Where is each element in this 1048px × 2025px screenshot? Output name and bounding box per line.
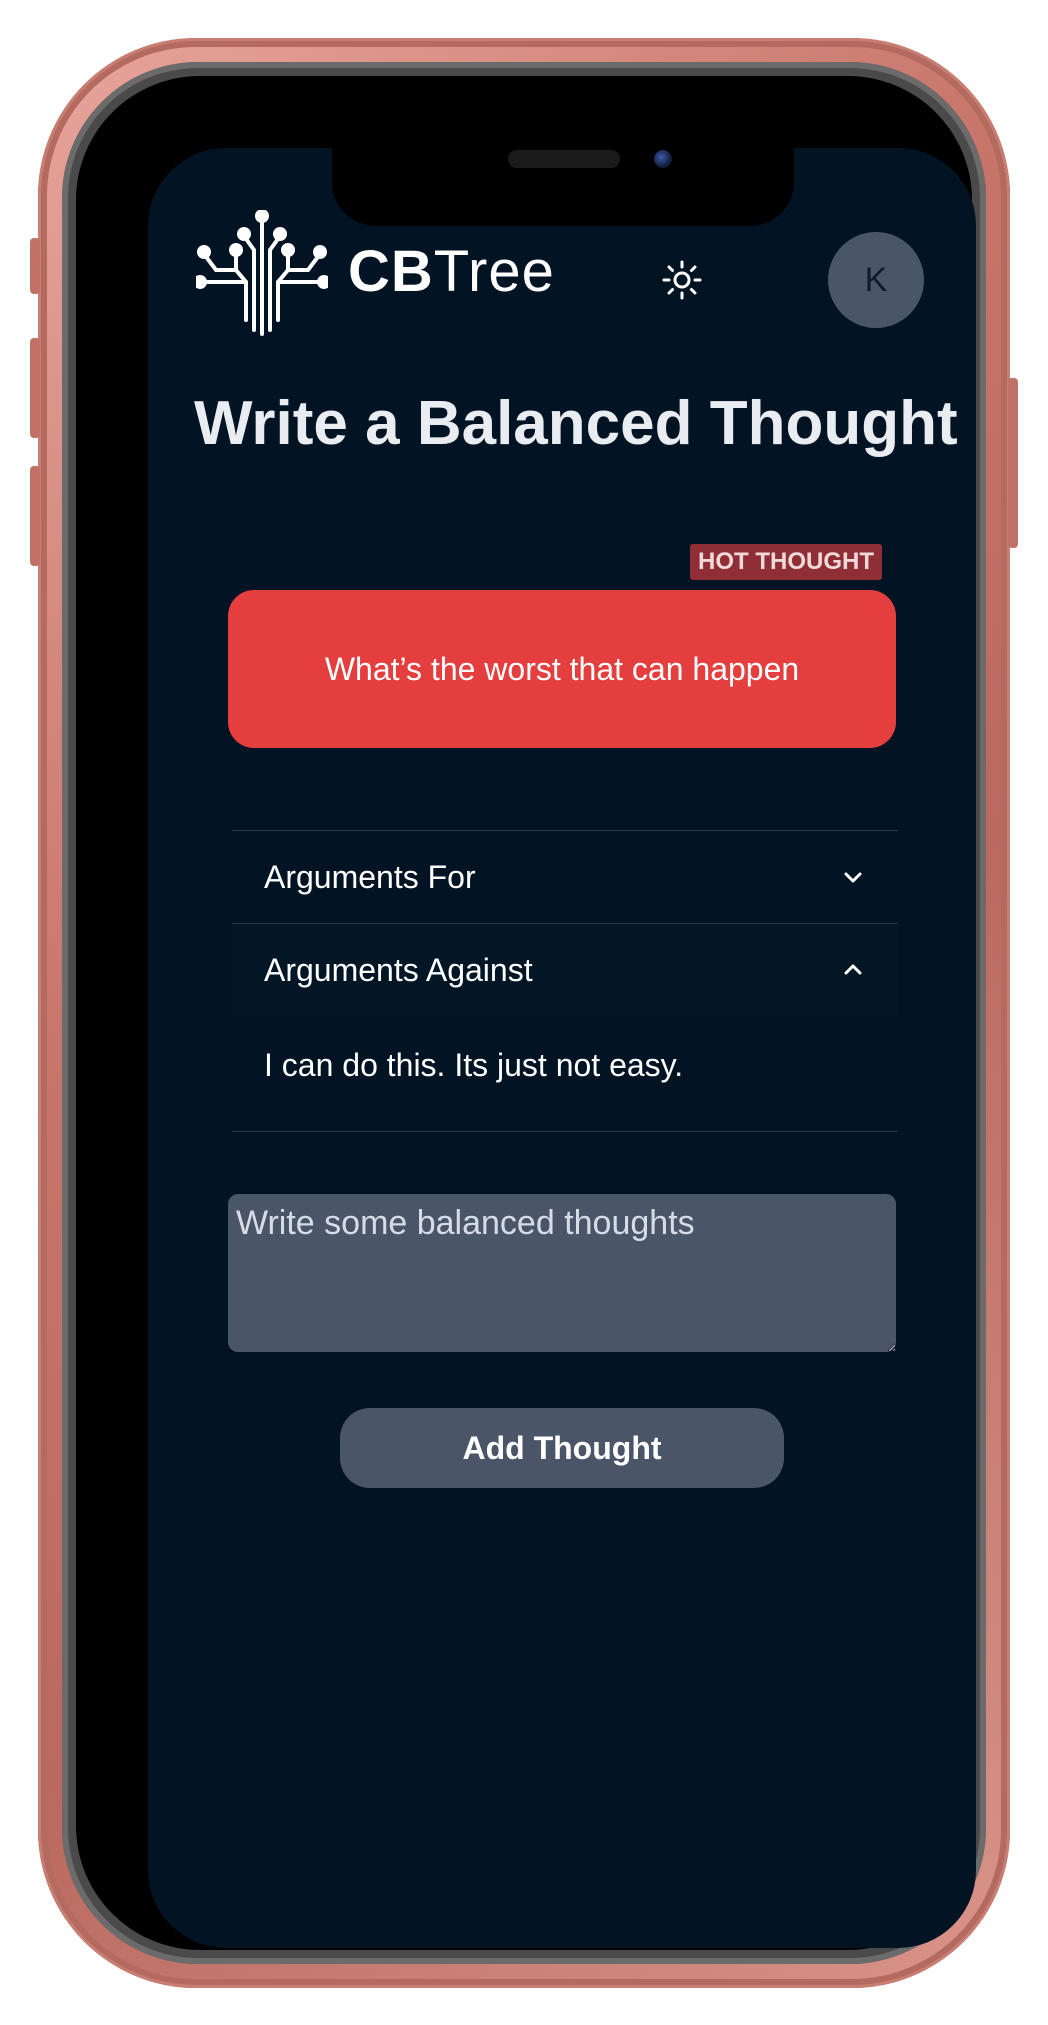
app-logo-text: CBTree bbox=[348, 232, 555, 312]
tree-logo-icon bbox=[196, 210, 328, 336]
user-avatar[interactable]: K bbox=[828, 232, 924, 328]
page-title: Write a Balanced Thought bbox=[194, 389, 958, 458]
arguments-for-toggle[interactable]: Arguments For bbox=[232, 831, 898, 923]
arguments-against-toggle[interactable]: Arguments Against bbox=[232, 924, 898, 1016]
chevron-up-icon bbox=[844, 964, 862, 975]
volume-up-button bbox=[30, 338, 40, 438]
balanced-thought-input[interactable] bbox=[228, 1194, 896, 1352]
app-header: CBTree K bbox=[196, 208, 928, 348]
arguments-against-text: I can do this. Its just not easy. bbox=[264, 1047, 684, 1083]
chevron-down-icon bbox=[844, 872, 862, 883]
hot-thought-text: What’s the worst that can happen bbox=[324, 650, 800, 687]
app-screen: CBTree K Write a Balanced Thought HOT TH… bbox=[148, 148, 976, 1948]
hot-thought-card: What’s the worst that can happen bbox=[228, 590, 896, 748]
phone-frame: CBTree K Write a Balanced Thought HOT TH… bbox=[30, 38, 1018, 1988]
hot-thought-badge: HOT THOUGHT bbox=[690, 544, 882, 580]
logo-text-light: Tree bbox=[433, 239, 555, 304]
power-button bbox=[1008, 378, 1018, 548]
arguments-against-label: Arguments Against bbox=[264, 951, 533, 988]
volume-down-button bbox=[30, 466, 40, 566]
add-thought-button[interactable]: Add Thought bbox=[340, 1408, 784, 1488]
speaker-grille bbox=[508, 150, 620, 168]
silent-switch bbox=[30, 238, 40, 294]
arguments-for-label: Arguments For bbox=[264, 858, 476, 895]
accordion-item-arguments-against: Arguments Against I can do this. Its jus… bbox=[232, 923, 898, 1132]
front-camera bbox=[654, 150, 672, 168]
sun-icon[interactable] bbox=[662, 260, 702, 300]
arguments-against-panel: I can do this. Its just not easy. bbox=[232, 1016, 898, 1131]
phone-notch bbox=[332, 148, 794, 226]
accordion-item-arguments-for: Arguments For bbox=[232, 830, 898, 923]
logo-text-bold: CB bbox=[348, 239, 434, 304]
arguments-accordion: Arguments For Arguments Against I can do… bbox=[232, 830, 898, 1132]
